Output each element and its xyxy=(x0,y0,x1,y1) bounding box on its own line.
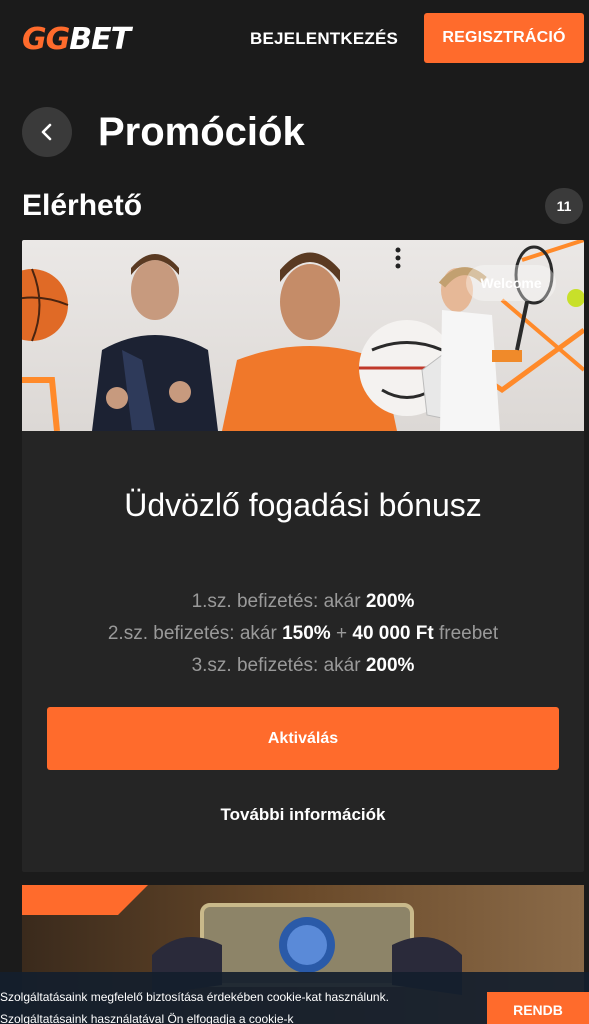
cookie-text: Szolgáltatásaink megfelelő biztosítása é… xyxy=(0,986,480,1024)
logo-gg-text: GG xyxy=(22,22,70,57)
cookie-banner: Szolgáltatásaink megfelelő biztosítása é… xyxy=(0,972,589,1024)
deposit-line-3-percent: 200% xyxy=(365,655,415,676)
chevron-left-icon xyxy=(41,123,52,141)
page-title: Promóciók xyxy=(98,110,305,154)
cookie-text-line-1: Szolgáltatásaink megfelelő biztosítása é… xyxy=(0,990,389,1004)
deposit-line-1-prefix: 1.sz. befizetés: akár xyxy=(191,591,366,612)
logo-bet-text: BET xyxy=(69,22,131,57)
section-title: Elérhető xyxy=(22,189,143,222)
activate-button[interactable]: Aktiválás xyxy=(47,707,559,770)
deposit-line-2-amount: 40 000 Ft xyxy=(352,623,434,644)
deposit-line-2-plus: + xyxy=(330,623,353,644)
deposit-line-2-prefix: 2.sz. befizetés: akár xyxy=(107,623,283,644)
deposit-line-3-prefix: 3.sz. befizetés: akár xyxy=(191,655,366,676)
deposit-line-1: 1.sz. befizetés: akár 200% xyxy=(22,588,584,616)
deposit-line-1-percent: 200% xyxy=(365,591,415,612)
cookie-text-line-2: Szolgáltatásaink használatával Ön elfoga… xyxy=(0,1012,294,1024)
promo-banner-image[interactable]: Welcome xyxy=(22,240,584,431)
login-link[interactable]: BEJELENTKEZÉS xyxy=(250,26,398,52)
deposit-line-2-percent: 150% xyxy=(282,623,331,644)
promo-card: Welcome Üdvözlő fogadási bónusz 1.sz. be… xyxy=(22,240,584,872)
cookie-accept-button[interactable]: RENDB xyxy=(487,992,589,1024)
welcome-tag: Welcome xyxy=(466,265,556,301)
deposit-line-2: 2.sz. befizetés: akár 150% + 40 000 Ft f… xyxy=(22,620,584,648)
deposit-line-2-suffix: freebet xyxy=(433,623,499,644)
promo-title: Üdvözlő fogadási bónusz xyxy=(124,487,482,523)
back-button[interactable] xyxy=(22,107,72,157)
top-header: GGBET BEJELENTKEZÉS REGISZTRÁCIÓ xyxy=(0,0,589,78)
more-info-link[interactable]: További információk xyxy=(22,800,584,830)
deposit-line-3: 3.sz. befizetés: akár 200% xyxy=(22,652,584,680)
ggbet-logo[interactable]: GGBET xyxy=(22,22,131,58)
promo-count-badge: 11 xyxy=(545,188,583,224)
register-button[interactable]: REGISZTRÁCIÓ xyxy=(424,13,584,63)
